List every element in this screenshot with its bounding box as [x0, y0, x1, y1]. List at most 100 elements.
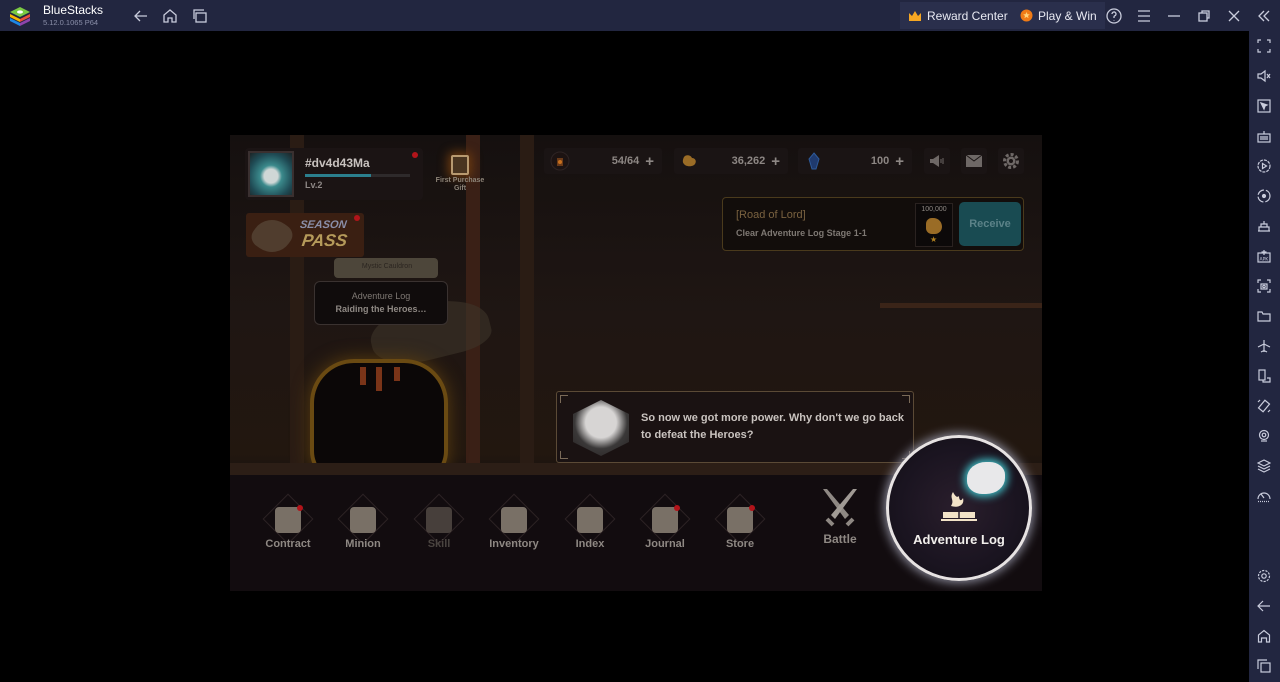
nav-item-journal[interactable]: Journal	[632, 493, 698, 561]
quest-title: [Road of Lord]	[736, 209, 806, 221]
rotate-button[interactable]	[1254, 366, 1274, 386]
wall-shelf	[880, 303, 1042, 308]
nav-item-skill[interactable]: Skill	[406, 493, 472, 561]
close-button[interactable]	[1224, 6, 1244, 26]
contract-scroll-icon	[275, 507, 301, 533]
announcement-button[interactable]	[924, 148, 950, 174]
nav-item-minion[interactable]: Minion	[330, 493, 396, 561]
adventure-progress-title: Adventure Log	[351, 291, 411, 301]
battle-button[interactable]: Battle	[810, 485, 870, 555]
nav-item-inventory[interactable]: Inventory	[481, 493, 547, 561]
add-gold-button[interactable]: +	[771, 153, 780, 170]
back-button[interactable]	[131, 6, 151, 26]
layers-button[interactable]	[1254, 456, 1274, 476]
stamina-value: 54/64	[611, 155, 640, 167]
folder-icon	[1257, 311, 1271, 322]
build-icon	[1258, 221, 1270, 232]
crown-icon	[909, 10, 921, 21]
menu-button[interactable]	[1134, 6, 1154, 26]
first-purchase-gift-button[interactable]: First Purchase Gift	[430, 155, 490, 193]
adventure-progress-subtitle: Raiding the Heroes…	[335, 304, 427, 314]
season-pass-line1: SEASON	[299, 219, 348, 231]
home-icon	[1257, 629, 1271, 643]
volume-button[interactable]	[1254, 66, 1274, 86]
locked-padlock-icon	[426, 507, 452, 533]
crossed-swords-icon	[823, 489, 857, 527]
add-stamina-button[interactable]: +	[645, 153, 654, 170]
right-sidebar: APK	[1249, 31, 1280, 682]
season-pass-button[interactable]: SEASON PASS	[246, 211, 364, 261]
adventure-log-label: Adventure Log	[913, 532, 1005, 547]
star-icon: ★	[930, 235, 938, 244]
fullscreen-button[interactable]	[1254, 36, 1274, 56]
gold-icon	[926, 218, 942, 234]
install-apk-icon: APK	[1257, 250, 1271, 263]
notification-dot	[674, 505, 680, 511]
gold-counter[interactable]: 36,262 +	[674, 148, 788, 174]
add-gems-button[interactable]: +	[895, 153, 904, 170]
character-portrait	[573, 400, 629, 456]
build-button[interactable]	[1254, 216, 1274, 236]
location-button[interactable]	[1254, 426, 1274, 446]
minimize-icon	[1168, 15, 1180, 17]
restore-button[interactable]	[1194, 6, 1214, 26]
help-button[interactable]	[1104, 6, 1124, 26]
play-win-button[interactable]: Play & Win	[1012, 2, 1105, 29]
macro-button[interactable]	[1254, 156, 1274, 176]
nav-item-store[interactable]: Store	[707, 493, 773, 561]
dialogue-box[interactable]: So now we got more power. Why don't we g…	[556, 391, 914, 463]
sync-button[interactable]	[1254, 186, 1274, 206]
volume-mute-icon	[1257, 69, 1271, 83]
multi-window-icon	[193, 9, 207, 23]
nav-label: Skill	[427, 538, 451, 550]
home-button[interactable]	[160, 6, 180, 26]
game-viewport[interactable]: #dv4d43Ma Lv.2 First Purchase Gift 54/64…	[230, 135, 1042, 591]
cauldron-drip	[394, 367, 400, 381]
gems-counter[interactable]: 100 +	[798, 148, 912, 174]
play-win-label: Play & Win	[1038, 8, 1097, 23]
adventure-progress-box[interactable]: Adventure Log Raiding the Heroes…	[314, 281, 448, 325]
cauldron-drip	[376, 367, 382, 391]
corner-ornament	[560, 395, 568, 403]
android-home-button[interactable]	[1254, 626, 1274, 646]
play-win-icon	[1020, 9, 1033, 22]
player-avatar[interactable]	[248, 151, 294, 197]
stamina-counter[interactable]: 54/64 +	[544, 148, 662, 174]
install-apk-button[interactable]: APK	[1254, 246, 1274, 266]
quest-reward: 100,000 ★	[915, 203, 953, 247]
minimize-button[interactable]	[1164, 6, 1184, 26]
location-icon	[1258, 429, 1270, 442]
season-pass-line2: PASS	[300, 231, 349, 250]
settings-button[interactable]	[1254, 566, 1274, 586]
player-profile[interactable]: #dv4d43Ma Lv.2	[245, 148, 423, 200]
gold-value: 36,262	[731, 155, 766, 167]
cursor-icon	[1257, 99, 1271, 113]
airplane-mode-button[interactable]	[1254, 336, 1274, 356]
mail-button[interactable]	[961, 148, 987, 174]
android-back-button[interactable]	[1254, 596, 1274, 616]
settings-game-button[interactable]	[998, 148, 1024, 174]
notification-dot	[412, 152, 418, 158]
receive-button[interactable]: Receive	[959, 202, 1021, 246]
pointer-button[interactable]	[1254, 96, 1274, 116]
crystal-icon	[808, 152, 820, 170]
screenshot-button[interactable]	[1254, 276, 1274, 296]
reward-amount: 100,000	[921, 206, 947, 213]
settings-icon	[1257, 569, 1271, 583]
nav-label: Index	[575, 538, 605, 550]
corner-ornament	[902, 395, 910, 403]
restore-icon	[1198, 10, 1210, 22]
media-folder-button[interactable]	[1254, 306, 1274, 326]
android-recent-apps-button[interactable]	[1254, 656, 1274, 676]
app-version: 5.12.0.1065 P64	[43, 18, 99, 27]
collapse-sidebar-button[interactable]	[1254, 6, 1274, 26]
eco-mode-button[interactable]	[1254, 486, 1274, 506]
reward-center-button[interactable]: Reward Center	[900, 2, 1016, 29]
shake-button[interactable]	[1254, 396, 1274, 416]
keyboard-controls-button[interactable]	[1254, 126, 1274, 146]
fullscreen-icon	[1257, 39, 1271, 53]
adventure-log-button[interactable]: Adventure Log	[886, 435, 1032, 581]
nav-item-contract[interactable]: Contract	[255, 493, 321, 561]
nav-item-index[interactable]: Index	[557, 493, 623, 561]
multi-instance-button[interactable]	[190, 6, 210, 26]
